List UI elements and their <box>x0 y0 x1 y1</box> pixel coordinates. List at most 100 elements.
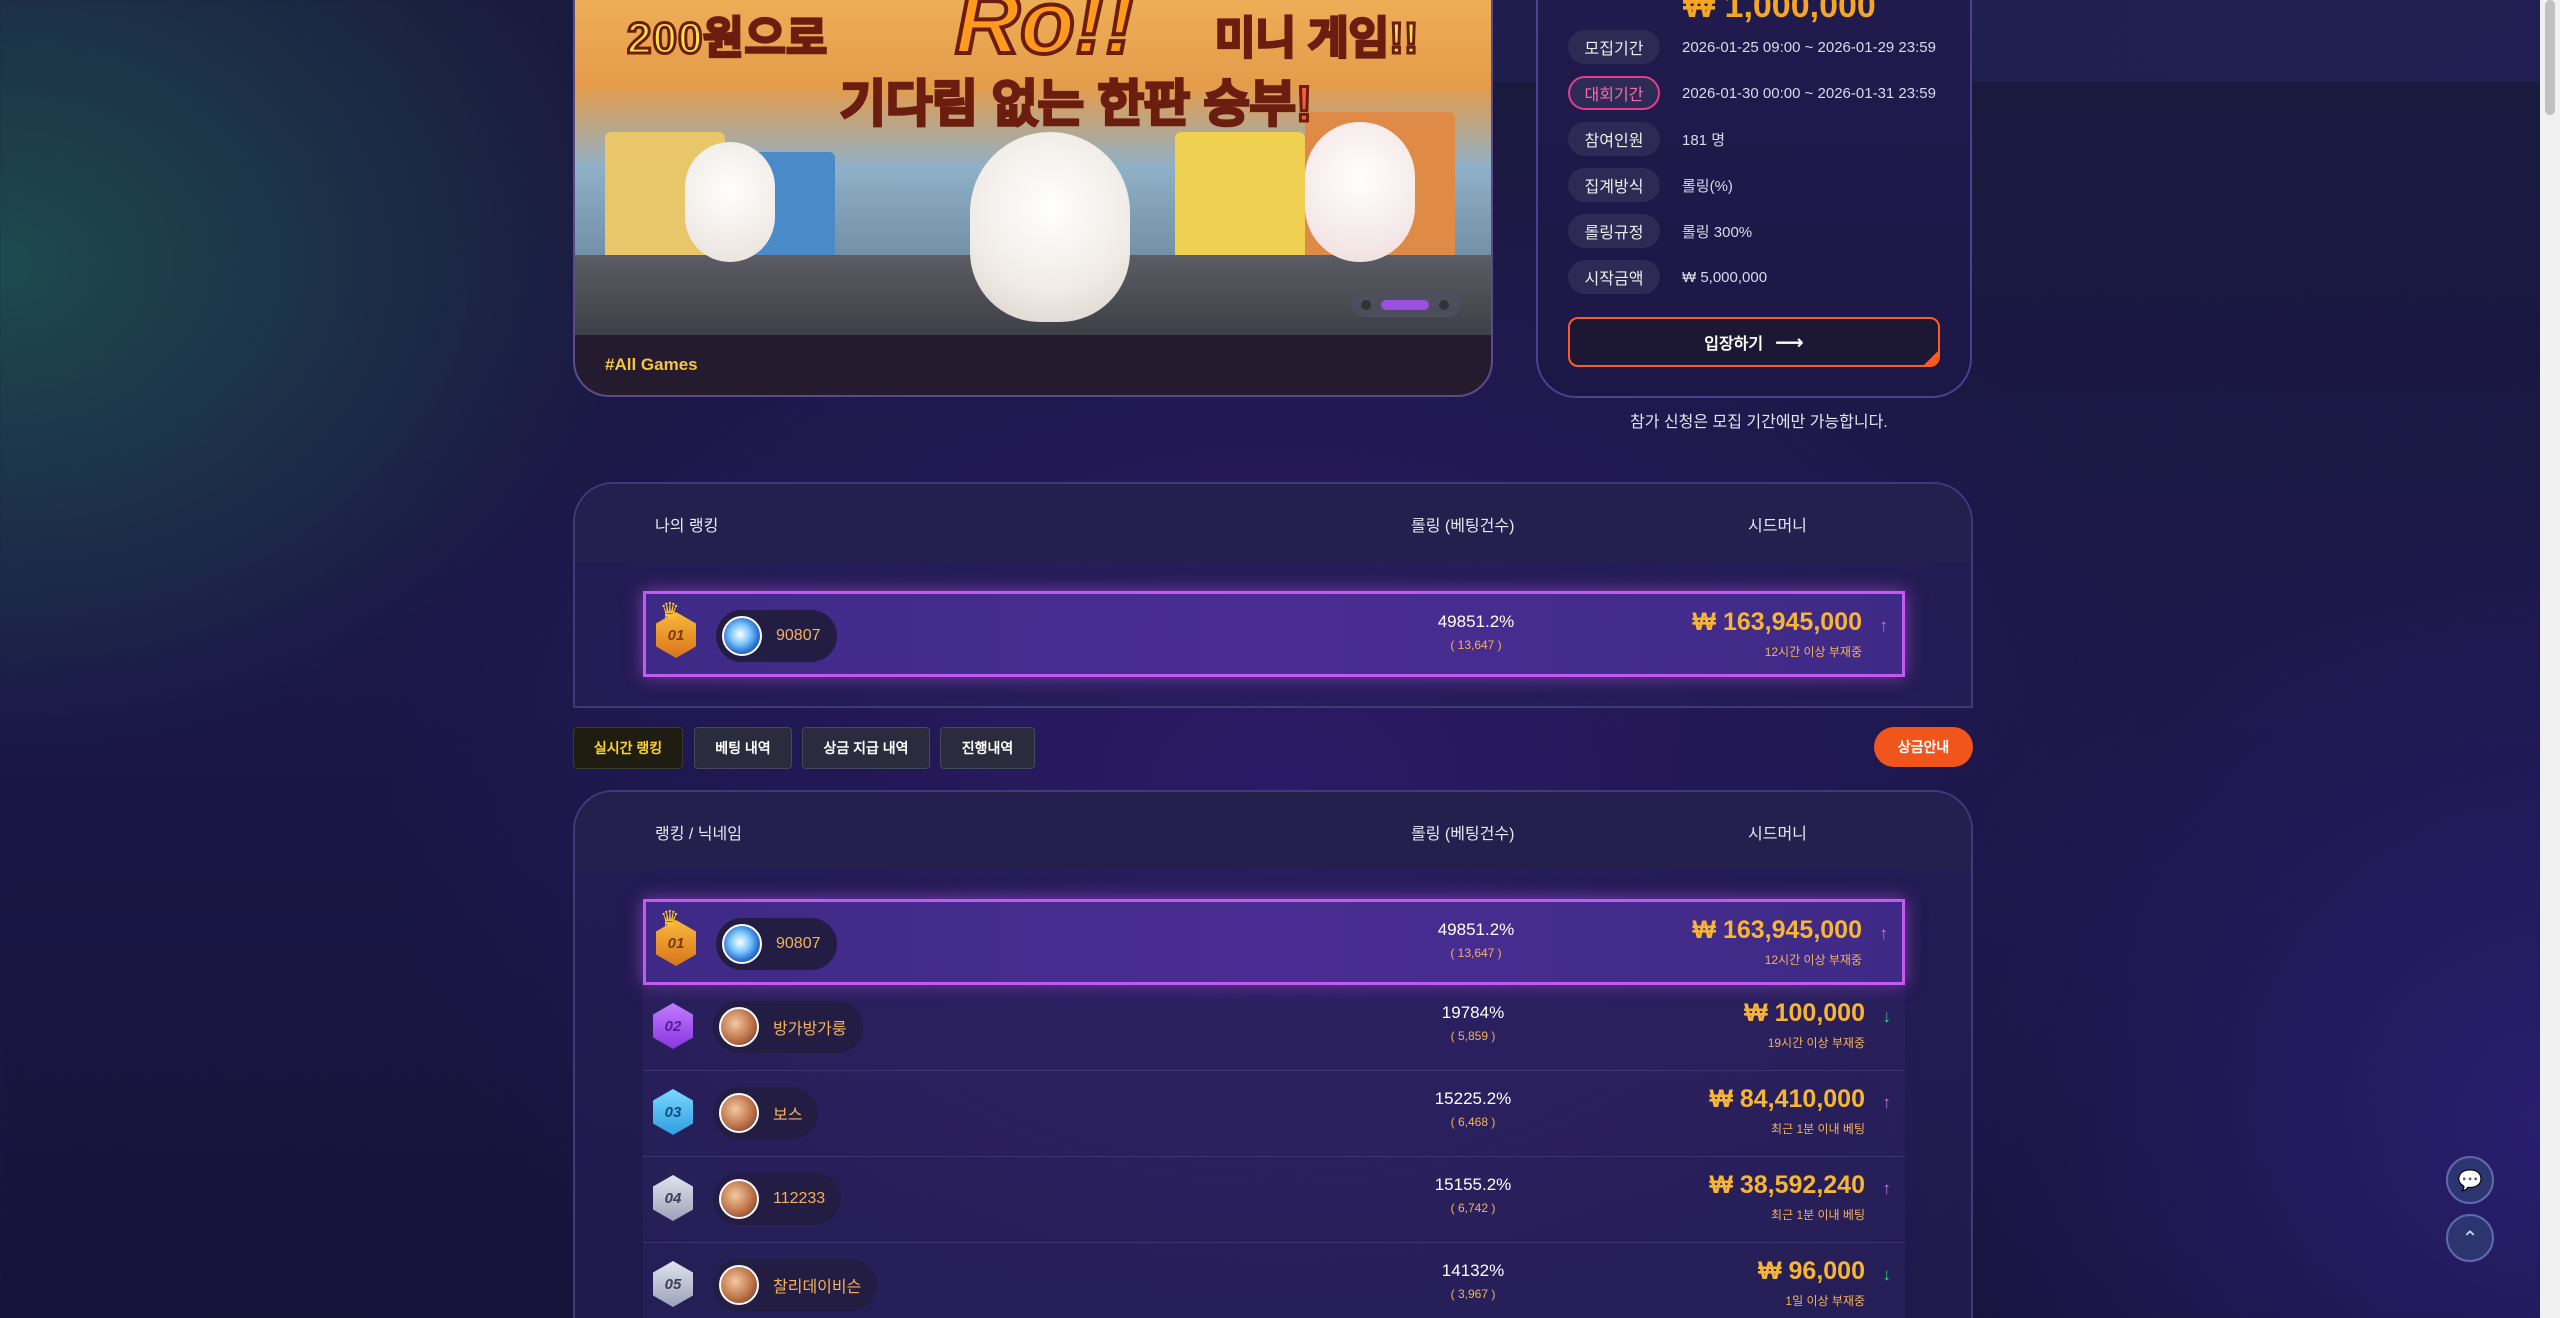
avatar <box>719 1007 759 1047</box>
header-seed-money: 시드머니 <box>1748 826 1807 843</box>
chicken-center <box>970 132 1130 322</box>
prize-amount: ₩ 1,000,000 <box>1683 0 1876 25</box>
activity-status: 12시간 이상 부재중 <box>1764 953 1862 967</box>
nickname: 보스 <box>773 1107 803 1124</box>
trend-down-icon: ↓ <box>1882 1265 1892 1284</box>
banner-title-left: 200원으로 <box>626 13 829 65</box>
chicken-right <box>1305 122 1415 262</box>
header-seed-money: 시드머니 <box>1748 518 1807 535</box>
user-pill: 90807 <box>716 918 837 970</box>
prize-guide-button[interactable]: 상금안내 <box>1874 727 1973 767</box>
scroll-top-button[interactable]: ⌃ <box>2446 1214 2494 1262</box>
banner-title-right: 미니 게임!! <box>1213 13 1419 65</box>
info-label: 모집기간 <box>1568 30 1660 64</box>
avatar <box>719 1265 759 1305</box>
bet-count: ( 6,468 ) <box>1450 1115 1496 1129</box>
info-label: 참여인원 <box>1568 122 1660 156</box>
info-row: 집계방식 롤링(%) <box>1568 167 1733 203</box>
rolling-value: 19784% ( 5,859 ) <box>1393 1003 1553 1043</box>
header-rolling: 롤링 (베팅건수) <box>1411 518 1515 535</box>
table-header: 나의 랭킹 롤링 (베팅건수) 시드머니 <box>575 484 1971 562</box>
user-pill: 보스 <box>713 1087 819 1139</box>
activity-status: 최근 1분 이내 베팅 <box>1771 1122 1865 1136</box>
bet-count: ( 6,742 ) <box>1450 1201 1496 1215</box>
enter-button[interactable]: 입장하기 ⟶ <box>1568 317 1940 367</box>
activity-status: 최근 1분 이내 베팅 <box>1771 1208 1865 1222</box>
info-label: 집계방식 <box>1568 168 1660 202</box>
carousel-dot[interactable] <box>1439 300 1449 310</box>
my-rank-row[interactable]: 01 ♛ 90807 49851.2%( 13,647 ) ₩ 163,945,… <box>643 591 1905 677</box>
activity-status: 12시간 이상 부재중 <box>1764 645 1862 659</box>
nickname: 방가방가룽 <box>773 1021 847 1038</box>
bet-count: ( 5,859 ) <box>1450 1029 1496 1043</box>
tab-prize-payout-history[interactable]: 상금 지급 내역 <box>802 727 930 769</box>
rolling-value: 49851.2% ( 13,647 ) <box>1396 920 1556 960</box>
trend-up-icon: ↑ <box>1879 924 1889 943</box>
rolling-percent: 19784% <box>1441 1003 1505 1022</box>
rolling-percent: 15155.2% <box>1434 1175 1512 1194</box>
money-amount: ₩ 38,592,240 <box>1709 1171 1865 1199</box>
ranking-table: 랭킹 / 닉네임 롤링 (베팅건수) 시드머니 01 ♛ 90807 49851… <box>573 790 1973 1318</box>
nickname: 찰리데이비슨 <box>773 1279 862 1296</box>
trend-down-icon: ↓ <box>1882 1007 1892 1026</box>
table-row[interactable]: 04 112233 15155.2% ( 6,742 ) ₩ 38,592,240… <box>643 1157 1905 1243</box>
event-banner[interactable]: 200원으로 Ro!! 미니 게임!! 기다림 없는 한판 승부! #All G… <box>573 0 1493 397</box>
header-my-rank: 나의 랭킹 <box>655 518 719 535</box>
tournament-info-card: ₩ 1,000,000 모집기간 2026-01-25 09:00 ~ 2026-… <box>1536 0 1972 398</box>
money-amount: ₩ 96,000 <box>1757 1257 1865 1285</box>
info-row: 참여인원 181 명 <box>1568 121 1725 157</box>
banner-tag[interactable]: #All Games <box>605 355 698 375</box>
trend-up-icon: ↑ <box>1882 1179 1892 1198</box>
rolling-percent: 15225.2% <box>1434 1089 1512 1108</box>
seed-money: ₩ 163,945,000 12시간 이상 부재중 <box>1692 608 1862 660</box>
avatar <box>719 1093 759 1133</box>
money-amount: ₩ 84,410,000 <box>1709 1085 1865 1113</box>
info-row: 롤링규정 롤링 300% <box>1568 213 1752 249</box>
rank-badge: 03 <box>653 1089 693 1135</box>
user-pill: 112233 <box>713 1173 842 1225</box>
banner-caption-bar <box>575 335 1491 395</box>
banner-subtitle: 기다림 없는 한판 승부! <box>839 64 1314 136</box>
info-value: ₩ 5,000,000 <box>1682 268 1768 286</box>
scrollbar-thumb[interactable] <box>2545 0 2555 115</box>
scrollbar[interactable] <box>2540 0 2560 1318</box>
activity-status: 1일 이상 부재중 <box>1785 1294 1865 1308</box>
table-row[interactable]: 05 찰리데이비슨 14132% ( 3,967 ) ₩ 96,000 1일 이상 … <box>643 1243 1905 1318</box>
banner-subtitle-text: 기다림 없는 <box>839 75 1098 134</box>
table-row[interactable]: 03 보스 15225.2% ( 6,468 ) ₩ 84,410,000 최근 1… <box>643 1071 1905 1157</box>
entry-note: 참가 신청은 모집 기간에만 가능합니다. <box>1630 414 1888 431</box>
table-row[interactable]: 01 ♛ 90807 49851.2%( 13,647 ) ₩ 163,945,… <box>643 899 1905 985</box>
nickname: 90807 <box>776 935 821 952</box>
info-row: 모집기간 2026-01-25 09:00 ~ 2026-01-29 23:59 <box>1568 29 1936 65</box>
crown-icon: ♛ <box>660 598 680 623</box>
carousel-dot[interactable] <box>1361 300 1371 310</box>
bet-count: ( 3,967 ) <box>1450 1287 1496 1301</box>
info-row: 시작금액 ₩ 5,000,000 <box>1568 259 1767 295</box>
corner-accent <box>1922 349 1938 365</box>
avatar <box>719 1179 759 1219</box>
info-value: 롤링 300% <box>1682 223 1753 241</box>
chat-button[interactable]: 💬 <box>2446 1156 2494 1204</box>
user-pill: 90807 <box>716 610 837 662</box>
rank-badge: 05 <box>653 1261 693 1307</box>
activity-status: 19시간 이상 부재중 <box>1767 1036 1865 1050</box>
info-value: 롤링(%) <box>1682 177 1733 195</box>
avatar <box>722 924 762 964</box>
seed-money: ₩ 100,000 19시간 이상 부재중 <box>1744 999 1865 1051</box>
carousel-dots[interactable] <box>1351 293 1461 317</box>
tab-realtime-ranking[interactable]: 실시간 랭킹 <box>573 727 683 769</box>
nickname: 112233 <box>773 1190 826 1207</box>
seed-money: ₩ 96,000 1일 이상 부재중 <box>1758 1257 1865 1309</box>
chevron-up-icon: ⌃ <box>2461 1227 2479 1250</box>
info-value: 2026-01-30 00:00 ~ 2026-01-31 23:59 <box>1682 84 1936 102</box>
carousel-dot-active[interactable] <box>1381 300 1429 310</box>
table-header: 랭킹 / 닉네임 롤링 (베팅건수) 시드머니 <box>575 792 1971 870</box>
tab-progress-history[interactable]: 진행내역 <box>940 727 1035 769</box>
info-label: 롤링규정 <box>1568 214 1660 248</box>
seed-money: ₩ 38,592,240 최근 1분 이내 베팅 <box>1709 1171 1865 1223</box>
banner-subtitle-highlight: 한판 승부! <box>1096 75 1314 134</box>
table-row[interactable]: 02 방가방가룽 19784% ( 5,859 ) ₩ 100,000 19시간 이… <box>643 985 1905 1071</box>
tab-betting-history[interactable]: 베팅 내역 <box>694 727 792 769</box>
bet-count: ( 13,647 ) <box>1450 638 1502 652</box>
seed-money: ₩ 163,945,000 12시간 이상 부재중 <box>1692 916 1862 968</box>
